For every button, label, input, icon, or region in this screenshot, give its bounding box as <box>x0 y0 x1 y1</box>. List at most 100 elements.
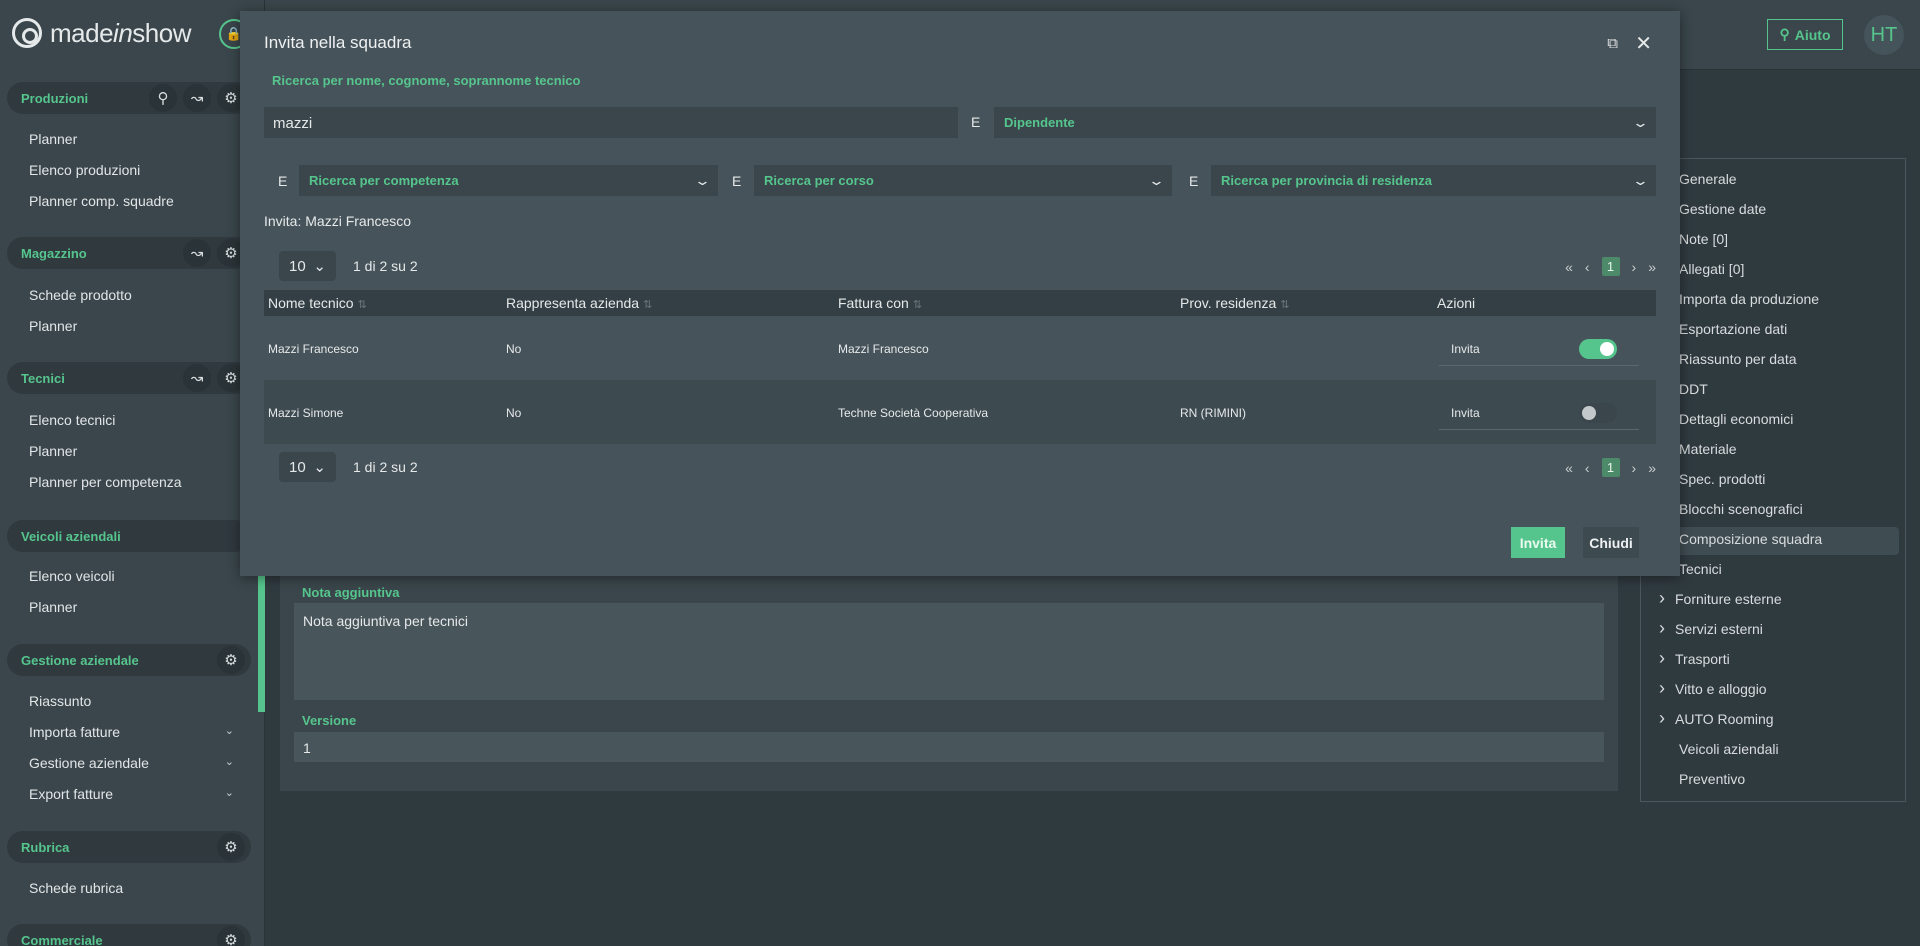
section-nav-item[interactable]: Riassunto per data <box>1679 351 1797 367</box>
app-logo[interactable]: madeinshow <box>12 16 191 50</box>
page-button-current[interactable]: 1 <box>1601 458 1620 477</box>
sidebar-item-export-fatture[interactable]: Export fatture ⌄ <box>29 786 234 802</box>
sidebar-item-planner[interactable]: Planner <box>29 599 234 615</box>
gear-icon[interactable]: ⚙ <box>217 926 245 946</box>
connector-label: E <box>971 114 981 130</box>
close-button[interactable]: Chiudi <box>1583 527 1639 558</box>
section-nav-item[interactable]: Dettagli economici <box>1679 411 1793 427</box>
col-prov-residenza[interactable]: Prov. residenza ⇅ <box>1180 295 1289 311</box>
sidebar-item-schede-prodotto[interactable]: Schede prodotto <box>29 287 234 303</box>
sidebar-item-gestione-aziendale[interactable]: Gestione aziendale ⌄ <box>29 755 234 771</box>
section-nav-item[interactable]: AUTO Rooming <box>1659 708 1774 729</box>
sidebar-item-planner-comp-squadre[interactable]: Planner comp. squadre <box>29 193 234 209</box>
gear-icon[interactable]: ⚙ <box>217 646 245 674</box>
connector-label: E <box>1189 173 1199 189</box>
sidebar-item-riassunto[interactable]: Riassunto <box>29 693 234 709</box>
course-select[interactable]: Ricerca per corso ⌄ <box>754 165 1172 196</box>
cell-invoice: Techne Società Cooperativa <box>838 406 989 420</box>
section-nav-item[interactable]: DDT <box>1679 381 1708 397</box>
sidebar-item-elenco-veicoli[interactable]: Elenco veicoli <box>29 568 234 584</box>
search-input[interactable]: mazzi <box>264 107 958 138</box>
invite-toggle[interactable] <box>1579 403 1617 423</box>
chart-icon[interactable]: ↝ <box>183 364 211 392</box>
section-nav-item[interactable]: Servizi esterni <box>1659 618 1763 639</box>
note-textarea[interactable]: Nota aggiuntiva per tecnici <box>294 603 1604 700</box>
page-size-select[interactable]: 10 ⌄ <box>279 251 336 281</box>
section-nav-item[interactable]: Vitto e alloggio <box>1659 678 1767 699</box>
section-nav-item[interactable]: Forniture esterne <box>1659 588 1782 609</box>
version-field[interactable]: 1 <box>294 732 1604 762</box>
section-nav-item[interactable]: Spec. prodotti <box>1679 471 1765 487</box>
sidebar-section-veicoli[interactable]: Veicoli aziendali <box>7 520 251 552</box>
sort-icon: ⇅ <box>1280 299 1290 311</box>
invite-toggle-label: Invita <box>1451 342 1480 356</box>
section-nav-item[interactable]: Esportazione dati <box>1679 321 1787 337</box>
col-azioni: Azioni <box>1437 295 1476 311</box>
section-nav-item[interactable]: Veicoli aziendali <box>1679 741 1779 757</box>
section-nav-item[interactable]: Generale <box>1679 171 1737 187</box>
chart-icon[interactable]: ↝ <box>183 84 211 112</box>
province-select[interactable]: Ricerca per provincia di residenza ⌄ <box>1211 165 1656 196</box>
section-title: Gestione aziendale <box>21 652 139 668</box>
invite-toggle[interactable] <box>1579 339 1617 359</box>
sort-icon: ⇅ <box>643 299 653 311</box>
sidebar-section-commerciale[interactable]: Commerciale ⚙ <box>7 924 251 946</box>
next-page-icon[interactable]: › <box>1632 460 1637 476</box>
last-page-icon[interactable]: » <box>1648 259 1656 275</box>
help-icon: ⚲ <box>1779 26 1790 42</box>
sort-icon: ⇅ <box>357 299 367 311</box>
section-nav-item[interactable]: Blocchi scenografici <box>1679 501 1803 517</box>
sidebar-item-planner[interactable]: Planner <box>29 443 234 459</box>
prev-page-icon[interactable]: ‹ <box>1585 259 1590 275</box>
section-nav-item[interactable]: Note [0] <box>1679 231 1728 247</box>
sidebar-item-planner-per-competenza[interactable]: Planner per competenza <box>29 474 234 490</box>
col-fattura-con[interactable]: Fattura con ⇅ <box>838 295 922 311</box>
search-icon[interactable]: ⚲ <box>149 84 177 112</box>
sidebar-section-magazzino[interactable]: Magazzino ↝ ⚙ <box>7 237 251 269</box>
gear-icon[interactable]: ⚙ <box>217 833 245 861</box>
first-page-icon[interactable]: « <box>1565 259 1573 275</box>
sidebar-item-elenco-tecnici[interactable]: Elenco tecnici <box>29 412 234 428</box>
sidebar-item-planner[interactable]: Planner <box>29 318 234 334</box>
search-label: Ricerca per nome, cognome, soprannome te… <box>272 73 581 88</box>
page-size-select[interactable]: 10 ⌄ <box>279 452 336 482</box>
section-nav-item[interactable]: Materiale <box>1679 441 1737 457</box>
chevron-down-icon: ⌄ <box>313 459 326 476</box>
connector-label: E <box>278 173 288 189</box>
skill-select[interactable]: Ricerca per competenza ⌄ <box>299 165 718 196</box>
section-nav-item[interactable]: Importa da produzione <box>1679 291 1819 307</box>
chevron-down-icon: ⌄ <box>693 172 712 188</box>
avatar[interactable]: HT <box>1864 15 1904 55</box>
section-title: Magazzino <box>21 245 87 261</box>
help-button[interactable]: ⚲ Aiuto <box>1767 19 1843 50</box>
col-nome-tecnico[interactable]: Nome tecnico ⇅ <box>268 295 367 311</box>
sidebar-section-tecnici[interactable]: Tecnici ↝ ⚙ <box>7 362 251 394</box>
section-nav-item[interactable]: Tecnici <box>1679 561 1722 577</box>
chevron-down-icon: ⌄ <box>313 258 326 275</box>
section-nav-item[interactable]: Composizione squadra <box>1679 531 1822 547</box>
expand-icon[interactable]: ⧉ <box>1607 35 1618 52</box>
invite-button[interactable]: Invita <box>1511 527 1565 558</box>
type-select[interactable]: Dipendente ⌄ <box>994 107 1656 138</box>
sidebar-section-rubrica[interactable]: Rubrica ⚙ <box>7 831 251 863</box>
sidebar-item-planner[interactable]: Planner <box>29 131 234 147</box>
first-page-icon[interactable]: « <box>1565 460 1573 476</box>
chart-icon[interactable]: ↝ <box>183 239 211 267</box>
section-nav-item[interactable]: Trasporti <box>1659 648 1730 669</box>
next-page-icon[interactable]: › <box>1632 259 1637 275</box>
section-nav-item[interactable]: Allegati [0] <box>1679 261 1744 277</box>
sidebar-section-gestione-aziendale[interactable]: Gestione aziendale ⚙ <box>7 644 251 676</box>
table-row: Mazzi Francesco No Mazzi Francesco Invit… <box>264 316 1656 380</box>
sidebar-item-elenco-produzioni[interactable]: Elenco produzioni <box>29 162 234 178</box>
section-nav-item[interactable]: Preventivo <box>1679 771 1745 787</box>
sidebar-item-importa-fatture[interactable]: Importa fatture ⌄ <box>29 724 234 740</box>
page-button-current[interactable]: 1 <box>1601 257 1620 276</box>
sidebar-item-schede-rubrica[interactable]: Schede rubrica <box>29 880 234 896</box>
close-icon[interactable]: ✕ <box>1635 31 1652 56</box>
last-page-icon[interactable]: » <box>1648 460 1656 476</box>
sidebar-section-produzioni[interactable]: Produzioni ⚲ ↝ ⚙ <box>7 82 251 114</box>
col-rappresenta-azienda[interactable]: Rappresenta azienda ⇅ <box>506 295 652 311</box>
prev-page-icon[interactable]: ‹ <box>1585 460 1590 476</box>
section-nav-item[interactable]: Gestione date <box>1679 201 1766 217</box>
sort-icon: ⇅ <box>912 299 923 311</box>
